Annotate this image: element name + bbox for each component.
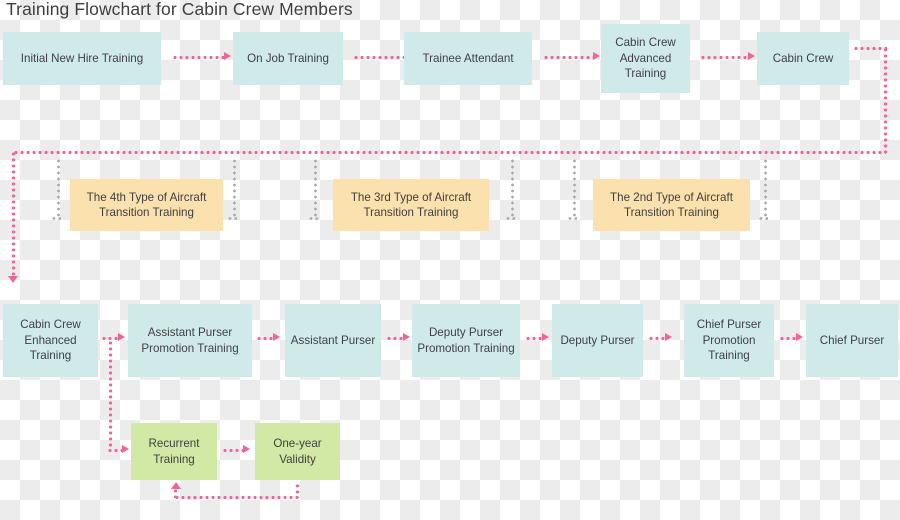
arrow-row1-4-icon <box>748 52 755 60</box>
arrow-row3-2-icon <box>273 333 280 341</box>
arrow-loop-into-recurrent-icon <box>171 482 181 489</box>
node-initial-new-hire-training[interactable]: Initial New Hire Training <box>3 32 161 85</box>
flowchart-canvas: Training Flowchart for Cabin Crew Member… <box>0 0 900 520</box>
connector-transition-2nd-right-tip <box>758 217 768 220</box>
connector-left-vertical <box>12 151 15 279</box>
connector-row1-1 <box>172 56 226 59</box>
connector-row1-3 <box>543 56 595 59</box>
connector-row1-2 <box>353 56 407 59</box>
node-aircraft-transition-2nd[interactable]: The 2nd Type of Aircraft Transition Trai… <box>593 179 750 231</box>
node-aircraft-transition-3rd[interactable]: The 3rd Type of Aircraft Transition Trai… <box>333 179 489 231</box>
connector-transition-4th-right <box>233 158 236 220</box>
arrow-row3-4-icon <box>542 333 549 341</box>
arrow-row3-3-icon <box>403 333 410 341</box>
node-aircraft-transition-4th[interactable]: The 4th Type of Aircraft Transition Trai… <box>70 179 223 231</box>
node-recurrent-training[interactable]: Recurrent Training <box>131 423 217 480</box>
node-assistant-purser[interactable]: Assistant Purser <box>285 304 381 377</box>
arrow-row3-1-icon <box>118 333 125 341</box>
connector-transition-3rd-right <box>511 158 514 220</box>
connector-branch-to-recurrent <box>109 340 112 450</box>
arrow-row3-6-icon <box>796 333 803 341</box>
arrow-row4-1-icon <box>243 445 250 453</box>
connector-transition-4th-left <box>57 158 60 220</box>
connector-transition-2nd-left-tip <box>567 217 577 220</box>
node-deputy-purser-promotion-training[interactable]: Deputy Purser Promotion Training <box>412 304 520 377</box>
node-deputy-purser[interactable]: Deputy Purser <box>552 304 643 377</box>
node-cabin-crew-enhanced-training[interactable]: Cabin Crew Enhanced Training <box>3 304 98 377</box>
node-one-year-validity[interactable]: One-year Validity <box>255 423 340 480</box>
arrow-row1-1-icon <box>224 52 231 60</box>
connector-transition-3rd-left-tip <box>308 217 318 220</box>
node-chief-purser[interactable]: Chief Purser <box>806 304 898 377</box>
connector-transition-4th-left-tip <box>51 217 61 220</box>
arrow-row1-3-icon <box>593 52 600 60</box>
connector-row1-4 <box>700 56 750 59</box>
connector-loop-left <box>174 496 298 499</box>
connector-transition-2nd-left <box>573 158 576 220</box>
node-assistant-purser-promotion-training[interactable]: Assistant Purser Promotion Training <box>128 304 252 377</box>
node-cabin-crew-advanced-training[interactable]: Cabin Crew Advanced Training <box>601 24 690 93</box>
connector-transition-3rd-left <box>314 158 317 220</box>
node-trainee-attendant[interactable]: Trainee Attendant <box>404 32 532 85</box>
page-title: Training Flowchart for Cabin Crew Member… <box>6 0 353 19</box>
connector-transition-4th-right-tip <box>227 217 237 220</box>
node-chief-purser-promotion-training[interactable]: Chief Purser Promotion Training <box>684 304 774 377</box>
connector-transition-3rd-right-tip <box>505 217 515 220</box>
arrow-into-enhanced-training-icon <box>8 276 18 283</box>
connector-right-vertical <box>884 47 887 153</box>
node-on-job-training[interactable]: On Job Training <box>233 32 343 85</box>
arrow-into-recurrent-icon <box>122 445 129 453</box>
connector-loop-up <box>174 488 177 498</box>
connector-cabincrew-to-right <box>853 47 887 50</box>
arrow-row3-5-icon <box>665 333 672 341</box>
connector-row2-top-rail <box>13 151 886 154</box>
connector-transition-2nd-right <box>764 158 767 220</box>
node-cabin-crew[interactable]: Cabin Crew <box>757 32 849 85</box>
